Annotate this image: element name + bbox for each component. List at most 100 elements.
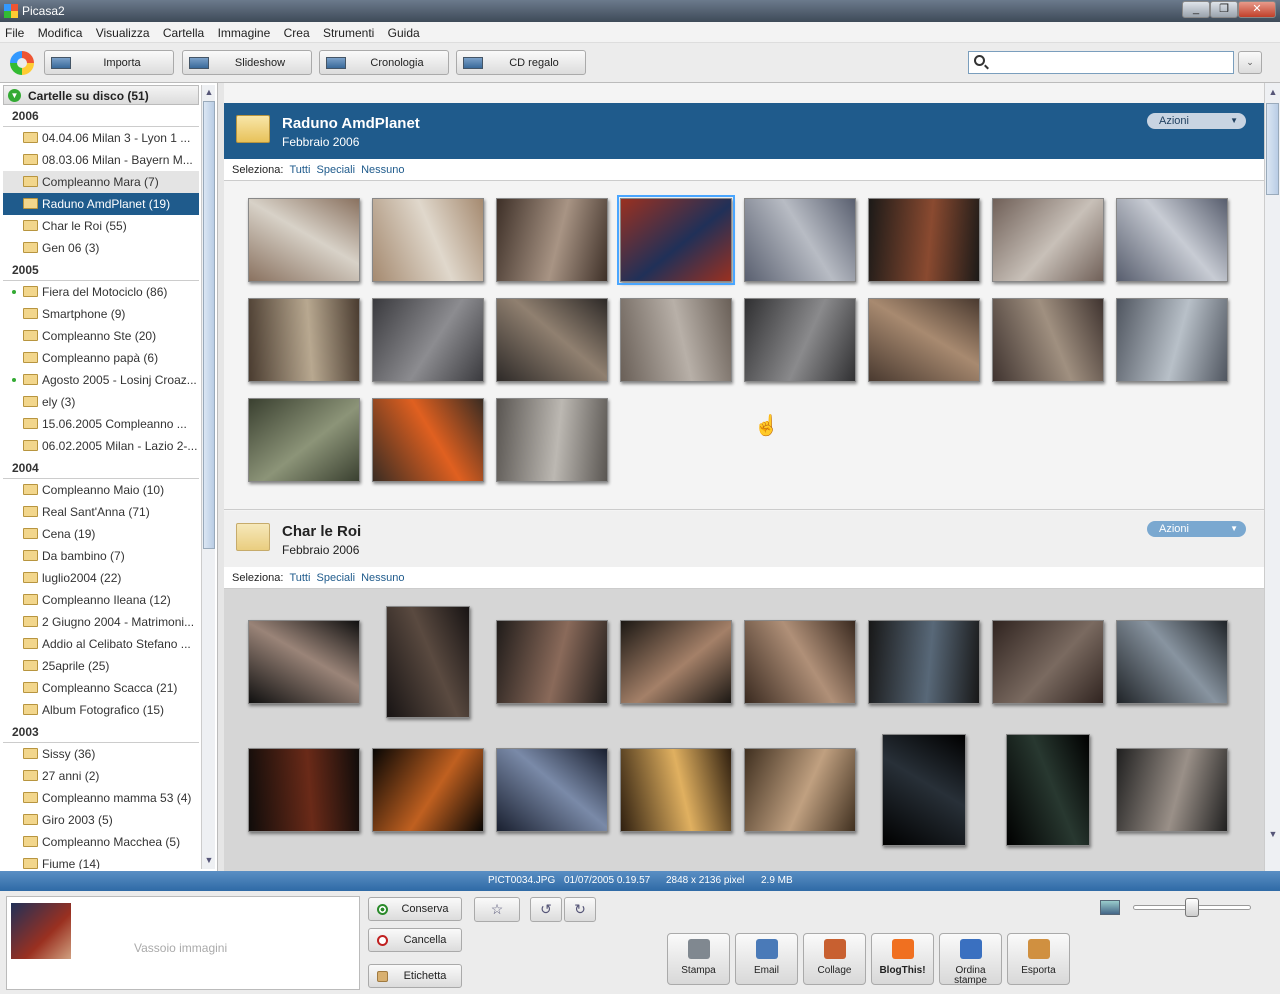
- sidebar-folder-item[interactable]: Compleanno Ileana (12): [3, 589, 199, 611]
- select-all-link[interactable]: Tutti: [289, 572, 310, 584]
- slideshow-button[interactable]: Slideshow: [182, 50, 312, 75]
- scroll-down-arrow-icon[interactable]: ▼: [1266, 827, 1280, 841]
- select-none-link[interactable]: Nessuno: [361, 164, 404, 176]
- menu-crea[interactable]: Crea: [279, 22, 315, 44]
- sidebar-folder-item[interactable]: Fiume (14): [3, 853, 199, 869]
- photo-thumbnail[interactable]: [1116, 198, 1228, 282]
- photo-thumbnail[interactable]: [744, 748, 856, 832]
- photo-thumbnail[interactable]: [744, 620, 856, 704]
- sidebar-folder-item[interactable]: Da bambino (7): [3, 545, 199, 567]
- select-starred-link[interactable]: Speciali: [317, 572, 356, 584]
- photo-thumbnail[interactable]: [992, 298, 1104, 382]
- scroll-up-arrow-icon[interactable]: ▲: [202, 85, 216, 99]
- gift-cd-button[interactable]: CD regalo: [456, 50, 586, 75]
- photo-thumbnail[interactable]: [992, 620, 1104, 704]
- library-scrollbar[interactable]: ▲ ▼: [1264, 83, 1280, 871]
- sidebar-folder-item[interactable]: Real Sant'Anna (71): [3, 501, 199, 523]
- photo-thumbnail[interactable]: [372, 298, 484, 382]
- sidebar-folder-item[interactable]: Gen 06 (3): [3, 237, 199, 259]
- menu-immagine[interactable]: Immagine: [213, 22, 276, 44]
- photo-thumbnail[interactable]: [496, 198, 608, 282]
- photo-thumbnail[interactable]: [868, 298, 980, 382]
- photo-thumbnail[interactable]: [248, 298, 360, 382]
- photo-thumbnail[interactable]: [496, 398, 608, 482]
- clear-button[interactable]: Cancella: [368, 928, 462, 952]
- photo-thumbnail[interactable]: [1116, 298, 1228, 382]
- album-actions-dropdown[interactable]: Azioni ▼: [1147, 521, 1246, 537]
- rotate-left-button[interactable]: ↺: [530, 897, 562, 922]
- blogger-button[interactable]: BlogThis!: [871, 933, 934, 985]
- photo-thumbnail[interactable]: [1116, 620, 1228, 704]
- timeline-button[interactable]: Cronologia: [319, 50, 449, 75]
- sidebar-folder-item[interactable]: 15.06.2005 Compleanno ...: [3, 413, 199, 435]
- photo-thumbnail[interactable]: [868, 198, 980, 282]
- close-button[interactable]: ✕: [1238, 1, 1276, 18]
- sidebar-folder-item[interactable]: Cena (19): [3, 523, 199, 545]
- sidebar-folder-item[interactable]: Fiera del Motociclo (86): [3, 281, 199, 303]
- photo-thumbnail[interactable]: [248, 620, 360, 704]
- photo-thumbnail[interactable]: [248, 198, 360, 282]
- photo-thumbnail[interactable]: [1006, 734, 1090, 846]
- photo-thumbnail[interactable]: [496, 298, 608, 382]
- sidebar-folder-item[interactable]: 25aprile (25): [3, 655, 199, 677]
- sidebar-folder-item[interactable]: luglio2004 (22): [3, 567, 199, 589]
- maximize-button[interactable]: ❐: [1210, 1, 1238, 18]
- sidebar-folder-item[interactable]: Compleanno papà (6): [3, 347, 199, 369]
- album-header[interactable]: Char le Roi Febbraio 2006 Azioni ▼: [224, 511, 1264, 567]
- import-button[interactable]: Importa: [44, 50, 174, 75]
- photo-thumbnail[interactable]: [386, 606, 470, 718]
- photo-thumbnail[interactable]: [620, 620, 732, 704]
- label-button[interactable]: Etichetta: [368, 964, 462, 988]
- picasa-logo-icon[interactable]: [10, 51, 34, 75]
- slider-knob[interactable]: [1185, 898, 1199, 917]
- photo-thumbnail[interactable]: [496, 748, 608, 832]
- sidebar-folder-item[interactable]: 27 anni (2): [3, 765, 199, 787]
- rotate-right-button[interactable]: ↻: [564, 897, 596, 922]
- search-input[interactable]: [991, 54, 1227, 71]
- sidebar-folder-item[interactable]: Char le Roi (55): [3, 215, 199, 237]
- photo-thumbnail[interactable]: [372, 198, 484, 282]
- photo-thumbnail[interactable]: [620, 298, 732, 382]
- menu-modifica[interactable]: Modifica: [33, 22, 88, 44]
- photo-thumbnail[interactable]: [744, 298, 856, 382]
- sidebar-scrollbar[interactable]: ▲ ▼: [201, 85, 215, 869]
- album-actions-dropdown[interactable]: Azioni ▼: [1147, 113, 1246, 129]
- sidebar-folder-item[interactable]: Addio al Celibato Stefano ...: [3, 633, 199, 655]
- sidebar-folder-item[interactable]: Smartphone (9): [3, 303, 199, 325]
- photo-thumbnail[interactable]: [372, 398, 484, 482]
- sidebar-scroll-thumb[interactable]: [203, 101, 215, 549]
- photo-thumbnail[interactable]: [882, 734, 966, 846]
- printer-button[interactable]: Stampa: [667, 933, 730, 985]
- menu-guida[interactable]: Guida: [383, 22, 425, 44]
- sidebar-folder-item[interactable]: Compleanno Ste (20): [3, 325, 199, 347]
- photo-thumbnail[interactable]: [620, 748, 732, 832]
- folders-header[interactable]: ▼ Cartelle su disco (51): [3, 85, 199, 105]
- star-button[interactable]: ☆: [474, 897, 520, 922]
- sidebar-folder-item[interactable]: Album Fotografico (15): [3, 699, 199, 721]
- sidebar-folder-item[interactable]: 08.03.06 Milan - Bayern M...: [3, 149, 199, 171]
- select-all-link[interactable]: Tutti: [289, 164, 310, 176]
- photo-thumbnail[interactable]: [617, 195, 735, 285]
- photo-thumbnail[interactable]: [248, 748, 360, 832]
- select-starred-link[interactable]: Speciali: [317, 164, 356, 176]
- hold-button[interactable]: Conserva: [368, 897, 462, 921]
- sidebar-folder-item[interactable]: 06.02.2005 Milan - Lazio 2-...: [3, 435, 199, 457]
- search-options-button[interactable]: ⌄: [1238, 51, 1262, 74]
- collapse-toggle-icon[interactable]: ▼: [8, 89, 21, 102]
- email-button[interactable]: Email: [735, 933, 798, 985]
- sidebar-folder-item[interactable]: Giro 2003 (5): [3, 809, 199, 831]
- sidebar-folder-item[interactable]: Compleanno Scacca (21): [3, 677, 199, 699]
- menu-cartella[interactable]: Cartella: [158, 22, 209, 44]
- sidebar-folder-item[interactable]: Compleanno Macchea (5): [3, 831, 199, 853]
- photo-thumbnail[interactable]: [1116, 748, 1228, 832]
- minimize-button[interactable]: _: [1182, 1, 1210, 18]
- sidebar-folder-item[interactable]: Compleanno Maio (10): [3, 479, 199, 501]
- scroll-up-arrow-icon[interactable]: ▲: [1266, 85, 1280, 99]
- menu-file[interactable]: File: [0, 22, 29, 44]
- photo-thumbnail[interactable]: [868, 620, 980, 704]
- collage-button[interactable]: Collage: [803, 933, 866, 985]
- tray-photo[interactable]: [11, 903, 71, 959]
- photo-thumbnail[interactable]: [744, 198, 856, 282]
- sidebar-folder-item[interactable]: 2 Giugno 2004 - Matrimoni...: [3, 611, 199, 633]
- menu-visualizza[interactable]: Visualizza: [91, 22, 155, 44]
